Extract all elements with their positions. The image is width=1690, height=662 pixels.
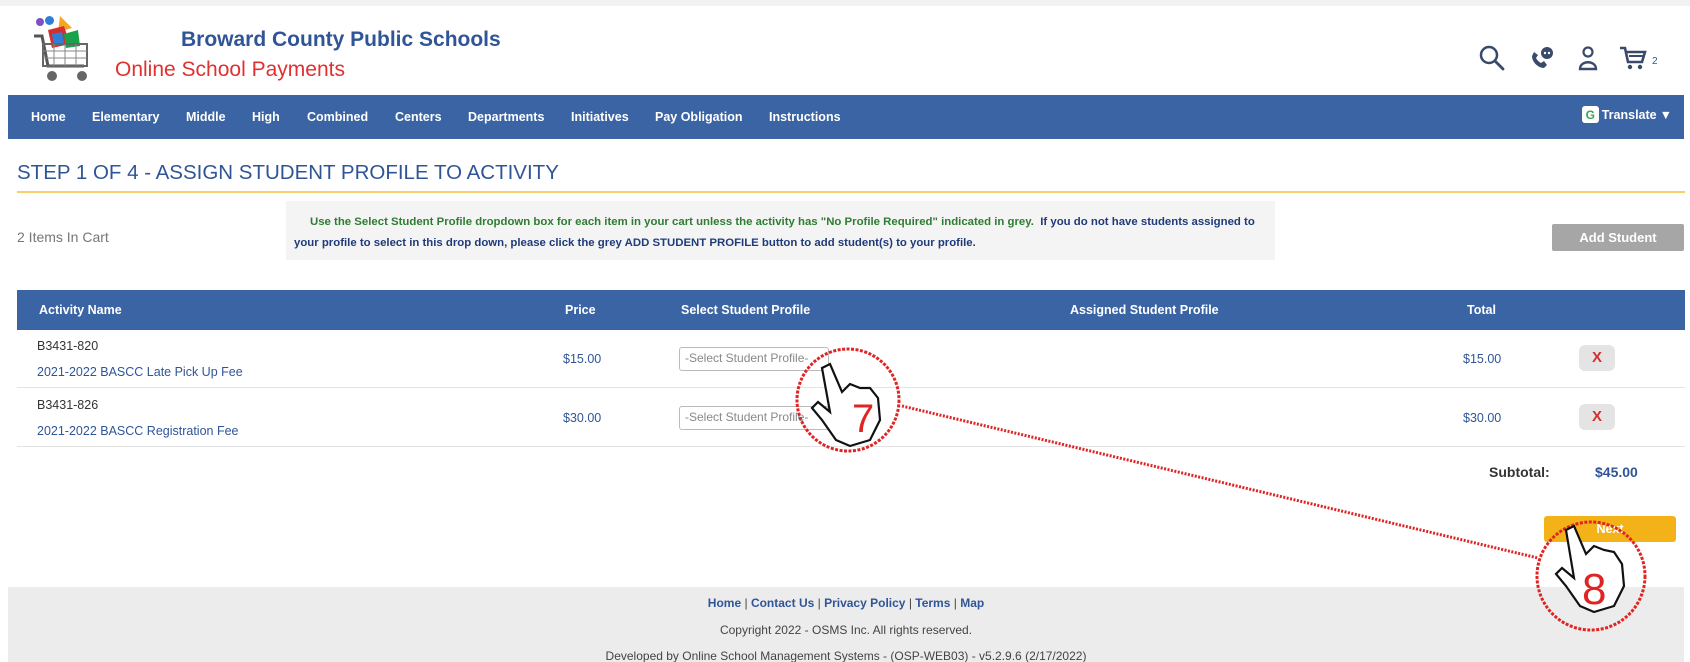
header-price: Price: [565, 303, 596, 317]
activity-code: B3431-826: [37, 398, 99, 412]
activity-name-link[interactable]: 2021-2022 BASCC Registration Fee: [37, 424, 239, 438]
nav-high[interactable]: High: [252, 110, 280, 124]
row-total: $15.00: [1463, 352, 1502, 366]
cart-table-header: Activity Name Price Select Student Profi…: [17, 290, 1685, 330]
nav-departments[interactable]: Departments: [468, 110, 544, 124]
nav-middle[interactable]: Middle: [186, 110, 226, 124]
activity-code: B3431-820: [37, 339, 99, 353]
subtotal-label: Subtotal:: [1489, 464, 1550, 480]
table-row: B3431-820 2021-2022 BASCC Late Pick Up F…: [17, 330, 1685, 388]
add-student-button[interactable]: Add Student: [1552, 224, 1684, 251]
main-nav: Home Elementary Middle High Combined Cen…: [8, 95, 1684, 139]
subtotal-value: $45.00: [1595, 464, 1638, 480]
items-in-cart-label: 2 Items In Cart: [17, 229, 109, 245]
site-footer: Home | Contact Us | Privacy Policy | Ter…: [8, 587, 1684, 662]
translate-button[interactable]: G Translate ▼: [1581, 106, 1672, 123]
nav-elementary[interactable]: Elementary: [92, 110, 159, 124]
footer-link-home[interactable]: Home: [708, 596, 741, 610]
header-assigned-student-profile: Assigned Student Profile: [1070, 303, 1219, 317]
activity-price: $15.00: [563, 352, 602, 366]
nav-home[interactable]: Home: [31, 110, 66, 124]
footer-link-terms[interactable]: Terms: [915, 596, 950, 610]
page-title: STEP 1 OF 4 - ASSIGN STUDENT PROFILE TO …: [17, 161, 559, 184]
select-student-profile-dropdown[interactable]: -Select Student Profile-: [679, 406, 829, 430]
google-g-icon: G: [1581, 106, 1599, 123]
header-select-student-profile: Select Student Profile: [681, 303, 811, 317]
select-student-profile-dropdown[interactable]: -Select Student Profile-: [679, 347, 829, 371]
footer-link-privacy[interactable]: Privacy Policy: [824, 596, 905, 610]
footer-links: Home | Contact Us | Privacy Policy | Ter…: [707, 596, 985, 610]
shopping-cart-logo[interactable]: [30, 14, 100, 86]
site-header: Broward County Public Schools Online Sch…: [0, 0, 1690, 95]
nav-combined[interactable]: Combined: [307, 110, 368, 124]
activity-price: $30.00: [563, 411, 602, 425]
support-icon[interactable]: [1528, 44, 1558, 74]
search-icon[interactable]: [1478, 44, 1508, 74]
footer-link-contact[interactable]: Contact Us: [751, 596, 814, 610]
nav-centers[interactable]: Centers: [395, 110, 442, 124]
caret-down-icon: ▼: [1659, 107, 1672, 122]
remove-item-button[interactable]: X: [1579, 404, 1615, 430]
header-total: Total: [1467, 303, 1496, 317]
user-icon[interactable]: [1574, 44, 1604, 74]
remove-item-button[interactable]: X: [1579, 345, 1615, 371]
activity-name-link[interactable]: 2021-2022 BASCC Late Pick Up Fee: [37, 365, 243, 379]
site-title[interactable]: Broward County Public Schools: [181, 28, 501, 52]
footer-developer-credit: Developed by Online School Management Sy…: [605, 649, 1087, 662]
title-divider: [17, 191, 1685, 193]
table-row: B3431-826 2021-2022 BASCC Registration F…: [17, 389, 1685, 447]
next-button[interactable]: Next: [1544, 516, 1676, 542]
cart-count-badge: 2: [1652, 56, 1658, 67]
translate-label: Translate: [1601, 107, 1657, 122]
nav-initiatives[interactable]: Initiatives: [571, 110, 629, 124]
header-activity-name: Activity Name: [39, 303, 122, 317]
site-subtitle[interactable]: Online School Payments: [115, 58, 345, 82]
nav-instructions[interactable]: Instructions: [769, 110, 841, 124]
notice-text-green: Use the Select Student Profile dropdown …: [310, 216, 1034, 228]
nav-pay-obligation[interactable]: Pay Obligation: [655, 110, 743, 124]
notice-text-blue-1: If you do not have students assigned to: [1040, 216, 1255, 228]
notice-text-blue-2: your profile to select in this drop down…: [294, 237, 976, 249]
instruction-notice: Use the Select Student Profile dropdown …: [286, 201, 1275, 260]
row-total: $30.00: [1463, 411, 1502, 425]
footer-link-map[interactable]: Map: [960, 596, 984, 610]
cart-icon[interactable]: [1618, 44, 1648, 74]
footer-copyright: Copyright 2022 - OSMS Inc. All rights re…: [719, 623, 973, 637]
